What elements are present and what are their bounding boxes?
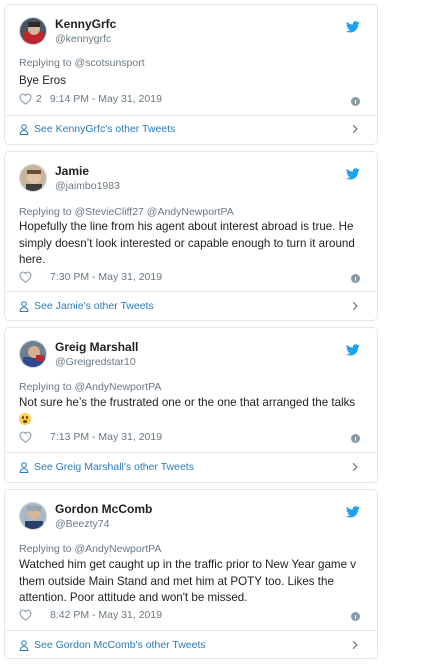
info-icon[interactable] <box>351 612 360 621</box>
tweet-card: Greig Marshall @Greigredstar10 Replying … <box>4 327 378 483</box>
user-handle[interactable]: @Beezty74 <box>55 518 152 531</box>
reply-mention-link[interactable]: @AndyNewportPA <box>74 381 161 393</box>
tweet-meta: 2 9:14 PM - May 31, 2019 <box>19 93 162 105</box>
person-icon <box>19 462 29 473</box>
tweet-card: KennyGrfc @kennygrfc Replying to @scotsu… <box>4 4 378 145</box>
display-name[interactable]: Greig Marshall <box>55 340 138 354</box>
user-handle[interactable]: @jaimbo1983 <box>55 180 120 193</box>
flushed-face-emoji <box>19 412 31 425</box>
heart-icon[interactable] <box>19 609 32 621</box>
replying-to: Replying to @StevieCliff27 @AndyNewportP… <box>19 206 234 218</box>
heart-icon[interactable] <box>19 93 32 105</box>
chevron-right-icon <box>351 462 359 472</box>
twitter-bird-icon[interactable] <box>346 21 360 33</box>
person-icon <box>19 640 29 651</box>
twitter-bird-icon[interactable] <box>346 506 360 518</box>
tweet-timestamp[interactable]: 9:14 PM - May 31, 2019 <box>50 93 162 105</box>
chevron-right-icon <box>351 301 359 311</box>
replying-to: Replying to @AndyNewportPA <box>19 543 162 555</box>
tweet-meta: 7:13 PM - May 31, 2019 <box>19 431 162 443</box>
reply-mention-link[interactable]: @scotsunsport <box>74 57 144 69</box>
divider <box>5 630 377 631</box>
display-name[interactable]: KennyGrfc <box>55 17 116 31</box>
reply-mention-link[interactable]: @StevieCliff27 @AndyNewportPA <box>74 206 233 218</box>
replying-to: Replying to @AndyNewportPA <box>19 381 162 393</box>
divider <box>5 115 377 116</box>
user-handle[interactable]: @kennygrfc <box>55 33 116 46</box>
replying-to: Replying to @scotsunsport <box>19 57 145 69</box>
twitter-bird-icon[interactable] <box>346 168 360 180</box>
heart-icon[interactable] <box>19 431 32 443</box>
tweet-text: Not sure he’s the frustrated one or the … <box>19 395 359 428</box>
heart-icon[interactable] <box>19 271 32 283</box>
tweet-text: Bye Eros <box>19 74 67 87</box>
person-icon <box>19 301 29 312</box>
avatar[interactable] <box>19 164 47 193</box>
tweet-timestamp[interactable]: 7:30 PM - May 31, 2019 <box>50 271 162 283</box>
divider <box>5 452 377 453</box>
tweet-header: Jamie @jaimbo1983 <box>19 164 120 193</box>
like-count: 2 <box>36 93 42 105</box>
tweet-header: Greig Marshall @Greigredstar10 <box>19 340 138 369</box>
reply-mention-link[interactable]: @AndyNewportPA <box>74 543 161 555</box>
chevron-right-icon <box>351 640 359 650</box>
divider <box>5 291 377 292</box>
tweet-meta: 7:30 PM - May 31, 2019 <box>19 271 162 283</box>
see-other-tweets-link[interactable]: See Greig Marshall's other Tweets <box>19 457 363 477</box>
user-handle[interactable]: @Greigredstar10 <box>55 356 138 369</box>
tweet-text: Watched him get caught up in the traffic… <box>19 558 357 604</box>
tweet-card: Jamie @jaimbo1983 Replying to @StevieCli… <box>4 151 378 321</box>
tweet-text: Hopefully the line from his agent about … <box>19 220 355 266</box>
tweet-meta: 8:42 PM - May 31, 2019 <box>19 609 162 621</box>
see-other-tweets-link[interactable]: See Gordon McComb's other Tweets <box>19 635 363 655</box>
person-icon <box>19 124 29 135</box>
tweet-timestamp[interactable]: 7:13 PM - May 31, 2019 <box>50 431 162 443</box>
see-other-tweets-link[interactable]: See KennyGrfc's other Tweets <box>19 119 363 139</box>
display-name[interactable]: Gordon McComb <box>55 502 152 516</box>
avatar[interactable] <box>19 340 47 369</box>
chevron-right-icon <box>351 124 359 134</box>
info-icon[interactable] <box>351 434 360 443</box>
tweet-card: Gordon McComb @Beezty74 Replying to @And… <box>4 489 378 659</box>
tweet-timestamp[interactable]: 8:42 PM - May 31, 2019 <box>50 609 162 621</box>
info-icon[interactable] <box>351 274 360 283</box>
footer-label: See Greig Marshall's other Tweets <box>34 461 194 473</box>
info-icon[interactable] <box>351 97 360 106</box>
twitter-bird-icon[interactable] <box>346 344 360 356</box>
avatar[interactable] <box>19 17 47 46</box>
footer-label: See KennyGrfc's other Tweets <box>34 123 176 135</box>
footer-label: See Jamie's other Tweets <box>34 300 154 312</box>
display-name[interactable]: Jamie <box>55 164 120 178</box>
tweet-header: Gordon McComb @Beezty74 <box>19 502 152 531</box>
avatar[interactable] <box>19 502 47 531</box>
tweet-header: KennyGrfc @kennygrfc <box>19 17 116 46</box>
footer-label: See Gordon McComb's other Tweets <box>34 639 206 651</box>
see-other-tweets-link[interactable]: See Jamie's other Tweets <box>19 296 363 316</box>
